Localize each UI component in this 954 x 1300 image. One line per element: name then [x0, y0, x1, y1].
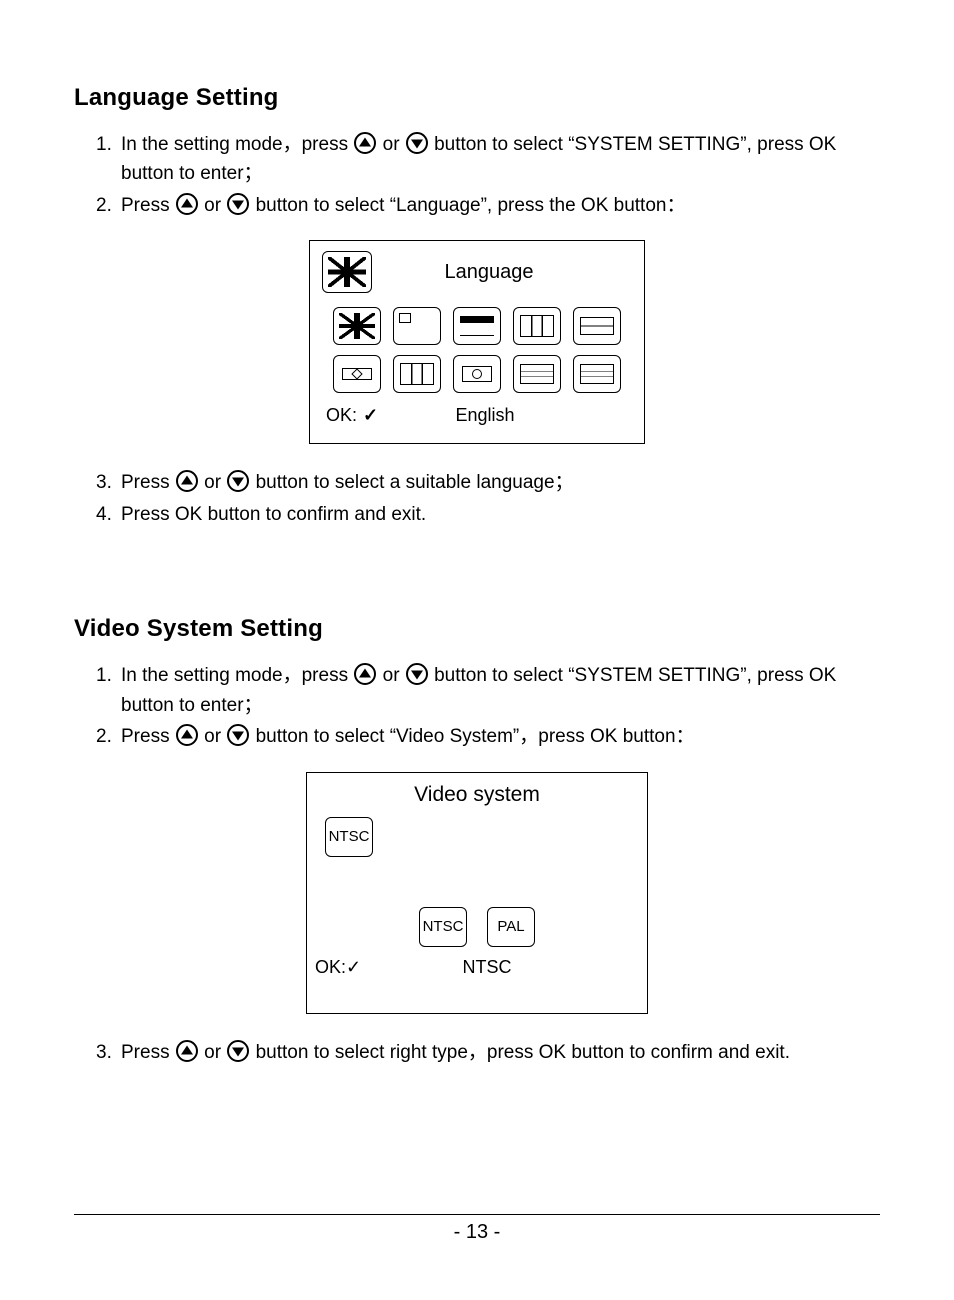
- up-arrow-icon: [354, 663, 376, 685]
- up-arrow-icon: [176, 193, 198, 215]
- flag-option-ru[interactable]: [573, 355, 621, 393]
- language-step-3: Press or button to select a suitable lan…: [121, 468, 880, 497]
- section-heading-language: Language Setting: [74, 84, 880, 112]
- language-screen: Language OK: ✓ English: [309, 240, 645, 444]
- down-arrow-icon: [406, 663, 428, 685]
- section-heading-video: Video System Setting: [74, 615, 880, 643]
- video-system-screen: Video system NTSC NTSC PAL OK: ✓ NTSC: [306, 772, 648, 1014]
- flag-option-fr[interactable]: [513, 307, 561, 345]
- flag-option-jp[interactable]: [393, 307, 441, 345]
- down-arrow-icon: [227, 1040, 249, 1062]
- selected-language: English: [342, 405, 628, 426]
- flag-option-br[interactable]: [333, 355, 381, 393]
- up-arrow-icon: [176, 470, 198, 492]
- video-step-1: In the setting mode，press or button to s…: [121, 661, 880, 720]
- video-option-ntsc[interactable]: NTSC: [419, 907, 467, 947]
- flag-option-pt[interactable]: [453, 355, 501, 393]
- flag-option-it[interactable]: [393, 355, 441, 393]
- video-steps-list: 1. In the setting mode，press or button t…: [74, 661, 880, 751]
- language-screen-title: Language: [346, 261, 632, 284]
- flag-option-es[interactable]: [513, 355, 561, 393]
- video-step-2: Press or button to select “Video System”…: [121, 722, 880, 751]
- video-screen-title: Video system: [321, 783, 633, 807]
- language-step-1: In the setting mode，press or button to s…: [121, 130, 880, 189]
- flag-option-de[interactable]: [453, 307, 501, 345]
- current-video-system-tile: NTSC: [325, 817, 373, 857]
- flag-option-uk[interactable]: [333, 307, 381, 345]
- language-steps-list: 1. In the setting mode，press or button t…: [74, 130, 880, 220]
- down-arrow-icon: [227, 470, 249, 492]
- current-language-flag-icon: [322, 251, 372, 293]
- language-step-4: Press OK button to confirm and exit.: [121, 500, 880, 529]
- page-number: - 13 -: [74, 1221, 880, 1244]
- down-arrow-icon: [227, 193, 249, 215]
- up-arrow-icon: [354, 132, 376, 154]
- video-steps-cont: 3. Press or button to select right type，…: [74, 1038, 880, 1067]
- up-arrow-icon: [176, 1040, 198, 1062]
- down-arrow-icon: [406, 132, 428, 154]
- selected-video-system: NTSC: [341, 957, 633, 978]
- video-option-pal[interactable]: PAL: [487, 907, 535, 947]
- language-step-2: Press or button to select “Language”, pr…: [121, 191, 880, 220]
- video-step-3: Press or button to select right type，pre…: [121, 1038, 880, 1067]
- page-footer: - 13 -: [74, 1214, 880, 1244]
- flag-option-nl[interactable]: [573, 307, 621, 345]
- up-arrow-icon: [176, 724, 198, 746]
- language-steps-cont: 3. Press or button to select a suitable …: [74, 468, 880, 529]
- down-arrow-icon: [227, 724, 249, 746]
